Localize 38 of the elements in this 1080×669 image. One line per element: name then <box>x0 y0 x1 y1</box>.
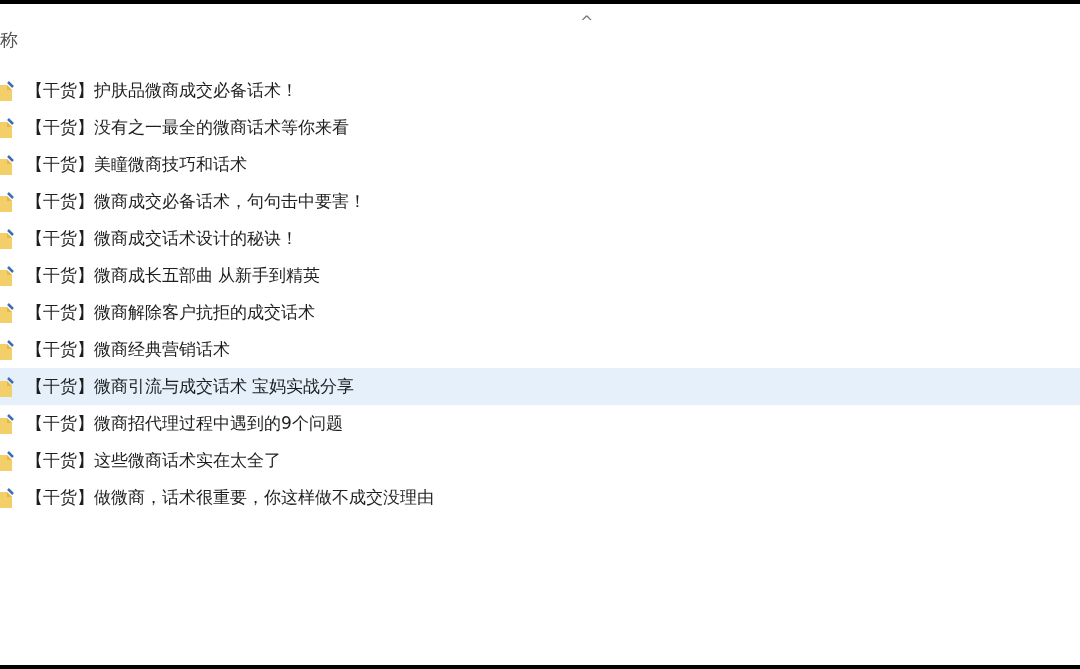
file-name: 【干货】微商引流与成交话术 宝妈实战分享 <box>26 375 355 398</box>
file-row[interactable]: 【干货】美瞳微商技巧和话术 <box>0 146 1080 183</box>
file-row[interactable]: 【干货】没有之一最全的微商话术等你来看 <box>0 109 1080 146</box>
file-row[interactable]: 【干货】护肤品微商成交必备话术！ <box>0 72 1080 109</box>
file-name: 【干货】微商成交必备话术，句句击中要害！ <box>26 190 366 213</box>
file-name: 【干货】做微商，话术很重要，你这样做不成交没理由 <box>26 486 434 509</box>
file-name: 【干货】没有之一最全的微商话术等你来看 <box>26 116 349 139</box>
file-row[interactable]: 【干货】做微商，话术很重要，你这样做不成交没理由 <box>0 479 1080 516</box>
document-shortcut-icon <box>0 117 14 138</box>
document-shortcut-icon <box>0 228 14 249</box>
file-name: 【干货】微商成长五部曲 从新手到精英 <box>26 264 321 287</box>
document-shortcut-icon <box>0 80 14 101</box>
document-shortcut-icon <box>0 487 14 508</box>
file-row[interactable]: 【干货】微商招代理过程中遇到的9个问题 <box>0 405 1080 442</box>
file-name: 【干货】微商成交话术设计的秘诀！ <box>26 227 298 250</box>
file-row[interactable]: 【干货】这些微商话术实在太全了 <box>0 442 1080 479</box>
document-shortcut-icon <box>0 265 14 286</box>
file-row[interactable]: 【干货】微商解除客户抗拒的成交话术 <box>0 294 1080 331</box>
document-shortcut-icon <box>0 376 14 397</box>
column-header[interactable]: 称 <box>0 28 18 52</box>
file-row[interactable]: 【干货】微商经典营销话术 <box>0 331 1080 368</box>
file-name: 【干货】护肤品微商成交必备话术！ <box>26 79 298 102</box>
document-shortcut-icon <box>0 450 14 471</box>
file-row[interactable]: 【干货】微商成长五部曲 从新手到精英 <box>0 257 1080 294</box>
file-name: 【干货】微商经典营销话术 <box>26 338 230 361</box>
document-shortcut-icon <box>0 339 14 360</box>
sort-indicator: ^ <box>580 12 594 31</box>
file-row[interactable]: 【干货】微商成交必备话术，句句击中要害！ <box>0 183 1080 220</box>
file-name: 【干货】微商解除客户抗拒的成交话术 <box>26 301 315 324</box>
file-row[interactable]: 【干货】微商引流与成交话术 宝妈实战分享 <box>0 368 1080 405</box>
file-name: 【干货】美瞳微商技巧和话术 <box>26 153 247 176</box>
document-shortcut-icon <box>0 302 14 323</box>
document-shortcut-icon <box>0 413 14 434</box>
file-name: 【干货】这些微商话术实在太全了 <box>26 449 281 472</box>
file-name: 【干货】微商招代理过程中遇到的9个问题 <box>26 412 343 435</box>
document-shortcut-icon <box>0 154 14 175</box>
file-row[interactable]: 【干货】微商成交话术设计的秘诀！ <box>0 220 1080 257</box>
document-shortcut-icon <box>0 191 14 212</box>
